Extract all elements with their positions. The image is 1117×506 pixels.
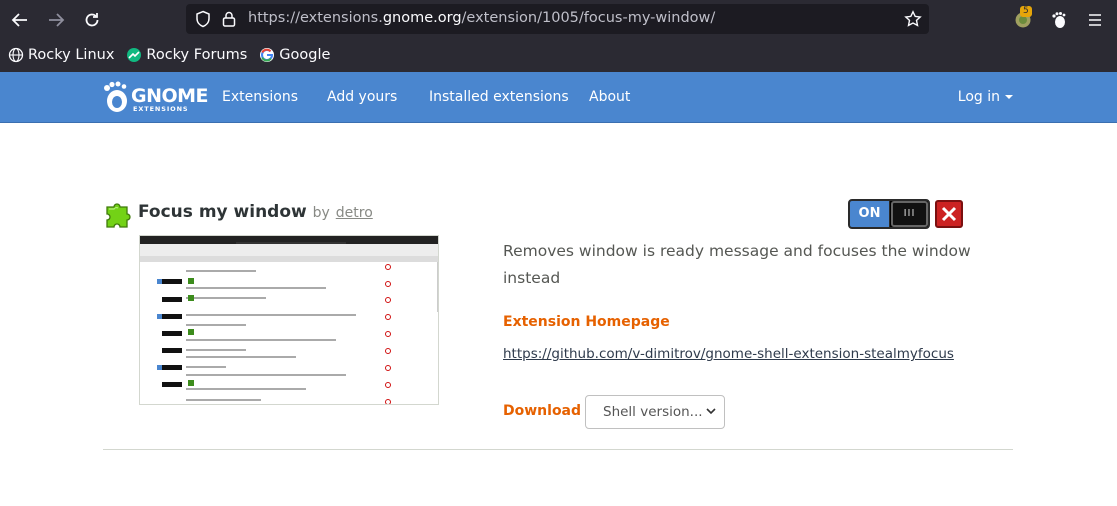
homepage-link[interactable]: https://github.com/v-dimitrov/gnome-shel… [503,346,954,362]
tracking-shield-icon[interactable] [194,10,212,28]
login-label: Log in [957,89,1000,105]
gnome-extensions-logo[interactable]: GNOME EXTENSIONS [102,80,209,114]
back-arrow-icon [11,13,27,27]
extension-title: Focus my window by detro [138,202,373,222]
logo-sub-text: EXTENSIONS [133,105,189,113]
enable-toggle[interactable]: ON III [848,199,930,229]
url-bar[interactable]: https://extensions.gnome.org/extension/1… [186,4,929,34]
back-button[interactable] [8,8,32,32]
close-x-icon [941,206,957,222]
bookmark-rocky-linux[interactable]: Rocky Linux [8,47,114,63]
remove-extension-button[interactable] [935,200,963,228]
chevron-down-icon [706,408,716,415]
reload-button[interactable] [80,8,104,32]
browser-toolbar: https://extensions.gnome.org/extension/1… [0,0,1117,38]
lock-icon[interactable] [220,10,238,28]
extension-screenshot[interactable] [139,235,439,405]
site-header: GNOME EXTENSIONS Extensions Add yours In… [0,72,1117,123]
bookmark-label: Rocky Forums [146,47,248,63]
browser-chrome: https://extensions.gnome.org/extension/1… [0,0,1117,72]
bookmarks-bar: Rocky Linux Rocky Forums Google [0,44,334,66]
bookmark-rocky-forums[interactable]: Rocky Forums [126,47,247,63]
screenshot-thumbnail-icon [140,236,438,404]
login-dropdown[interactable]: Log in [958,89,1013,105]
nav-installed-extensions[interactable]: Installed extensions [429,89,569,105]
gnome-foot-icon [1052,12,1066,28]
toggle-on-label: ON [850,201,890,227]
shell-version-select[interactable]: Shell version... [585,395,725,429]
puzzle-piece-icon [106,203,131,228]
extension-description: Removes window is ready message and focu… [503,242,971,287]
toggle-knob[interactable]: III [891,201,928,227]
google-icon [260,48,275,62]
forward-button[interactable] [44,8,68,32]
nav-add-yours[interactable]: Add yours [327,89,397,105]
forward-arrow-icon [49,13,65,27]
author-link[interactable]: detro [336,205,373,221]
bookmark-google[interactable]: Google [259,47,330,63]
bookmark-label: Rocky Linux [28,47,115,63]
homepage-label: Extension Homepage [503,314,670,330]
reload-icon [85,13,99,27]
bookmark-label: Google [279,47,331,63]
shell-version-placeholder: Shell version... [603,404,703,420]
gnome-foot-button[interactable] [1047,8,1071,32]
rocky-forums-icon [127,48,142,62]
bookmark-star-icon[interactable] [904,10,922,28]
download-label: Download [503,403,582,419]
nav-extensions[interactable]: Extensions [222,89,298,105]
logo-main-text: GNOME [131,85,209,107]
section-divider [103,449,1013,450]
extensions-badge: 5 [1020,6,1032,17]
caret-down-icon [1005,95,1013,99]
by-label: by [312,205,330,221]
url-text[interactable]: https://extensions.gnome.org/extension/1… [248,10,715,26]
extension-name: Focus my window [138,202,307,222]
globe-icon [8,47,24,63]
nav-about[interactable]: About [589,89,630,105]
hamburger-menu-icon [1089,14,1101,26]
menu-button[interactable] [1083,8,1107,32]
gnome-foot-logo-icon [104,81,127,112]
